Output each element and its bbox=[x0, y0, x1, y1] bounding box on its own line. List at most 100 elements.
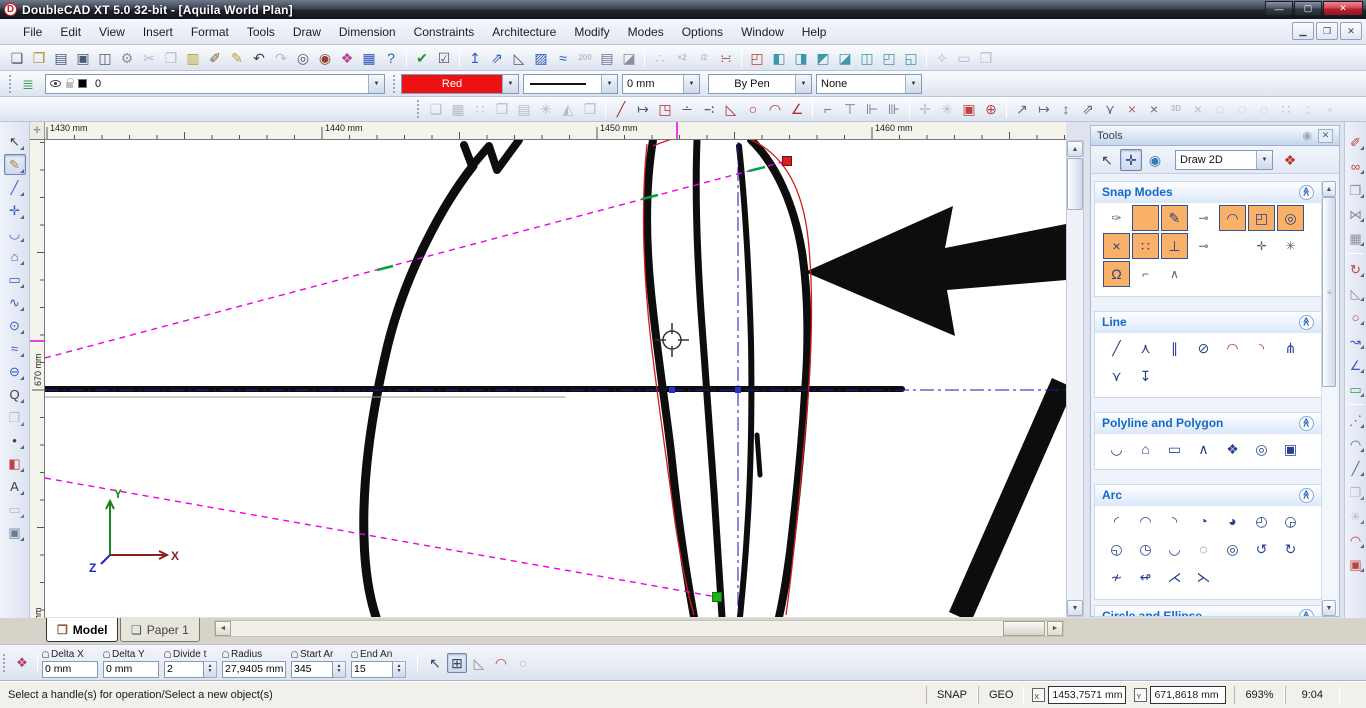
zoom-select[interactable]: ◉ bbox=[315, 48, 335, 68]
snap-extension[interactable]: ⌐ bbox=[1132, 261, 1159, 287]
line-width-combo[interactable]: 0 mm ▼ bbox=[622, 74, 700, 94]
polyline[interactable]: ◡ bbox=[1103, 436, 1130, 462]
scroll-down-button[interactable]: ▼ bbox=[1067, 600, 1083, 616]
snap-solid[interactable]: ◰ bbox=[1248, 205, 1275, 231]
snap-nearest[interactable]: ↗ bbox=[1012, 99, 1032, 119]
pen-style-combo[interactable]: By Pen ▼ bbox=[708, 74, 812, 94]
lock-field-icon[interactable] bbox=[222, 651, 229, 658]
start-angle-spinner[interactable]: ▲▼ bbox=[333, 661, 346, 678]
line-drop[interactable]: ↧ bbox=[1132, 363, 1159, 389]
menu-insert[interactable]: Insert bbox=[134, 19, 182, 44]
draw-pencil-tool[interactable]: ✎ bbox=[4, 154, 26, 175]
divide-spinner[interactable]: ▲▼ bbox=[204, 661, 217, 678]
poly-roof[interactable]: ∧ bbox=[1190, 436, 1217, 462]
arc-tangent[interactable]: ◝ bbox=[1161, 508, 1188, 534]
new-document[interactable]: ❏ bbox=[7, 48, 27, 68]
arc-elliptical[interactable]: ◕ bbox=[1219, 508, 1246, 534]
mdi-close-button[interactable]: ✕ bbox=[1340, 22, 1362, 40]
grid-move[interactable]: ∺ bbox=[716, 48, 736, 68]
rectangle-tool[interactable]: ▭ bbox=[4, 269, 26, 290]
tab-paper-1[interactable]: ❏ Paper 1 bbox=[120, 618, 200, 642]
line-multi[interactable]: ⋔ bbox=[1277, 335, 1304, 361]
snap-arc-center[interactable]: ◠ bbox=[1219, 205, 1246, 231]
arc-segment-button[interactable]: ◠ bbox=[491, 653, 511, 673]
mdi-restore-button[interactable]: ❐ bbox=[1316, 22, 1338, 40]
collapse-chevron-icon[interactable]: ≫ bbox=[1299, 315, 1314, 330]
spline-tool[interactable]: ≈ bbox=[4, 338, 26, 359]
fillet-tool[interactable]: ∠ bbox=[1346, 355, 1366, 375]
snap-endpoint[interactable]: ⇗ bbox=[1078, 99, 1098, 119]
line-tangent-circle[interactable]: ⊘ bbox=[1190, 335, 1217, 361]
coordinate-system[interactable]: ↥ bbox=[465, 48, 485, 68]
section-header[interactable]: Snap Modes≫ bbox=[1095, 182, 1321, 203]
end-angle-input[interactable]: 15 bbox=[351, 661, 393, 678]
construction-double[interactable]: ⊪ bbox=[884, 99, 904, 119]
panel-palette-flyout[interactable]: ❖ bbox=[1279, 149, 1301, 171]
menu-edit[interactable]: Edit bbox=[51, 19, 90, 44]
scroll-right-button[interactable]: ► bbox=[1047, 621, 1063, 636]
pen-color-combo[interactable]: Red ▼ bbox=[401, 74, 519, 94]
rotate-tool[interactable]: ↻ bbox=[1346, 259, 1366, 279]
menu-modes[interactable]: Modes bbox=[619, 19, 673, 44]
panel-world-globe[interactable]: ◉ bbox=[1144, 149, 1166, 171]
construction-corner[interactable]: ⌐ bbox=[818, 99, 838, 119]
select-arrow-tool[interactable]: ↖ bbox=[4, 131, 26, 152]
panel-select-arrow[interactable]: ↖ bbox=[1096, 149, 1118, 171]
draw-angle[interactable]: ∠ bbox=[787, 99, 807, 119]
view-iso[interactable]: ◧ bbox=[769, 48, 789, 68]
scroll-left-button[interactable]: ◄ bbox=[215, 621, 231, 636]
mdi-minimize-button[interactable]: ▁ bbox=[1292, 22, 1314, 40]
section-header[interactable]: Line≫ bbox=[1095, 312, 1321, 333]
arc-angle[interactable]: ◔ bbox=[1190, 508, 1217, 534]
calculator[interactable]: ▦ bbox=[359, 48, 379, 68]
shear-tool[interactable]: ◺ bbox=[1346, 283, 1366, 303]
text-q-tool[interactable]: Q bbox=[4, 384, 26, 405]
polygon[interactable]: ⌂ bbox=[1132, 436, 1159, 462]
angle-measure[interactable]: ⇗ bbox=[487, 48, 507, 68]
hatch-pattern[interactable]: ▨ bbox=[531, 48, 551, 68]
arc-center-angle[interactable]: ◷ bbox=[1132, 536, 1159, 562]
line-branch[interactable]: ⋎ bbox=[1103, 363, 1130, 389]
print-area[interactable]: ▣ bbox=[959, 99, 979, 119]
hscroll-thumb[interactable] bbox=[1003, 621, 1045, 636]
line-tool[interactable]: ╱ bbox=[4, 177, 26, 198]
lock-field-icon[interactable] bbox=[291, 651, 298, 658]
snap-midpoint[interactable]: ↦ bbox=[1034, 99, 1054, 119]
arc-join[interactable]: ⋋ bbox=[1190, 564, 1217, 590]
line-segment[interactable]: ╱ bbox=[1103, 335, 1130, 361]
polygon-tool[interactable]: ⌂ bbox=[4, 246, 26, 267]
bound-select-tool[interactable]: ▭ bbox=[1346, 379, 1366, 399]
link-chain-tool[interactable]: ∞ bbox=[1346, 156, 1366, 176]
print-preview[interactable]: ◫ bbox=[95, 48, 115, 68]
line-angular[interactable]: ⋏ bbox=[1132, 335, 1159, 361]
poly-rectangle[interactable]: ▭ bbox=[1161, 436, 1188, 462]
zoom[interactable]: ◎ bbox=[293, 48, 313, 68]
fill-tool[interactable]: ◧ bbox=[4, 453, 26, 474]
menu-modify[interactable]: Modify bbox=[565, 19, 618, 44]
snap-tangent[interactable]: ⊸ bbox=[1190, 233, 1217, 259]
menu-format[interactable]: Format bbox=[182, 19, 238, 44]
geo-toggle[interactable]: GEO bbox=[978, 686, 1024, 704]
draw-mode-combo[interactable]: Draw 2D▼ bbox=[1175, 150, 1273, 170]
trim-tool[interactable]: ↝ bbox=[1346, 331, 1366, 351]
view-front[interactable]: ◨ bbox=[791, 48, 811, 68]
line-tangent-arc[interactable]: ◠ bbox=[1219, 335, 1246, 361]
snap-vertex[interactable]: ✎ bbox=[1161, 205, 1188, 231]
hatch-combo[interactable]: None ▼ bbox=[816, 74, 922, 94]
section-header[interactable]: Arc≫ bbox=[1095, 485, 1321, 506]
scroll-up-button[interactable]: ▲ bbox=[1067, 141, 1083, 157]
view-left[interactable]: ◪ bbox=[835, 48, 855, 68]
open-folder[interactable]: ❐ bbox=[29, 48, 49, 68]
x-coordinate-field[interactable]: 1453,7571 mm bbox=[1048, 686, 1126, 704]
construction-top[interactable]: ⊤ bbox=[840, 99, 860, 119]
ucs-axes-cube[interactable]: ◰ bbox=[747, 48, 767, 68]
arc-start-end[interactable]: ◜ bbox=[1103, 508, 1130, 534]
menu-options[interactable]: Options bbox=[673, 19, 732, 44]
save[interactable]: ▤ bbox=[51, 48, 71, 68]
scroll-thumb[interactable] bbox=[1067, 158, 1083, 210]
view-right[interactable]: ◫ bbox=[857, 48, 877, 68]
ortho-angle-button[interactable]: ◺ bbox=[469, 653, 489, 673]
pointer-mode-button[interactable]: ↖ bbox=[425, 653, 445, 673]
snap-grid[interactable]: ∷ bbox=[1132, 233, 1159, 259]
snap-pointer[interactable]: ✑ bbox=[1103, 205, 1130, 231]
